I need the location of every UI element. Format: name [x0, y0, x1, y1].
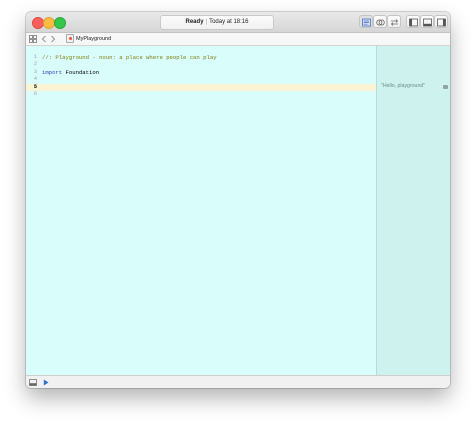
assistant-editor-button[interactable] — [373, 15, 387, 28]
line-number: 1 — [33, 54, 37, 60]
debug-area-toggle-button[interactable] — [420, 15, 434, 28]
version-editor-icon — [390, 18, 399, 26]
playground-window: Ready | Today at 18:16 MyPlayground 1 2 … — [26, 12, 450, 388]
code-comment-line: //: Playground - noun: a place where peo… — [42, 54, 217, 61]
console-toggle-icon[interactable] — [29, 379, 37, 386]
result-value: "Hello, playground" — [381, 83, 426, 89]
line-number: 4 — [33, 76, 37, 83]
import-module: Foundation — [65, 68, 100, 76]
jump-bar-file[interactable]: MyPlayground — [66, 33, 111, 45]
debug-area-toggle-icon — [423, 18, 432, 26]
utilities-toggle-button[interactable] — [434, 15, 448, 28]
code-import-line: import Foundation — [42, 69, 99, 76]
grid-icon[interactable] — [29, 35, 37, 43]
source-editor[interactable]: 1 2 3 4 5 6 //: Playground - noun: a pla… — [26, 46, 376, 375]
results-sidebar: "Hello, playground" — [376, 46, 450, 375]
jump-bar: MyPlayground — [26, 33, 450, 46]
current-line-highlight — [26, 83, 376, 91]
chevron-right-icon[interactable] — [50, 35, 56, 43]
quick-look-icon[interactable] — [443, 84, 448, 89]
run-icon[interactable] — [43, 379, 49, 386]
chevron-left-icon[interactable] — [41, 35, 47, 43]
standard-editor-icon — [362, 18, 371, 26]
activity-viewer: Ready | Today at 18:16 — [160, 15, 274, 30]
title-bar: Ready | Today at 18:16 — [26, 12, 450, 33]
zoom-button[interactable] — [54, 17, 66, 29]
standard-editor-button[interactable] — [359, 15, 373, 28]
status-text: Ready — [185, 19, 204, 25]
line-number: 2 — [33, 61, 37, 68]
bottom-bar — [26, 375, 450, 388]
utilities-toggle-icon — [437, 18, 446, 26]
status-separator: | — [205, 19, 208, 25]
status-time: Today at 18:16 — [209, 19, 249, 25]
line-number: 3 — [33, 68, 37, 75]
version-editor-button[interactable] — [387, 15, 401, 28]
navigator-toggle-icon — [409, 18, 418, 26]
navigator-toggle-button[interactable] — [406, 15, 420, 28]
import-keyword: import — [42, 68, 63, 76]
jump-bar-file-name: MyPlayground — [76, 36, 112, 42]
swift-file-icon — [66, 33, 74, 43]
line-number-current: 5 — [33, 83, 37, 90]
assistant-editor-icon — [376, 19, 385, 25]
line-number-gutter: 1 2 3 4 5 6 — [26, 46, 38, 375]
line-number: 6 — [33, 91, 37, 97]
